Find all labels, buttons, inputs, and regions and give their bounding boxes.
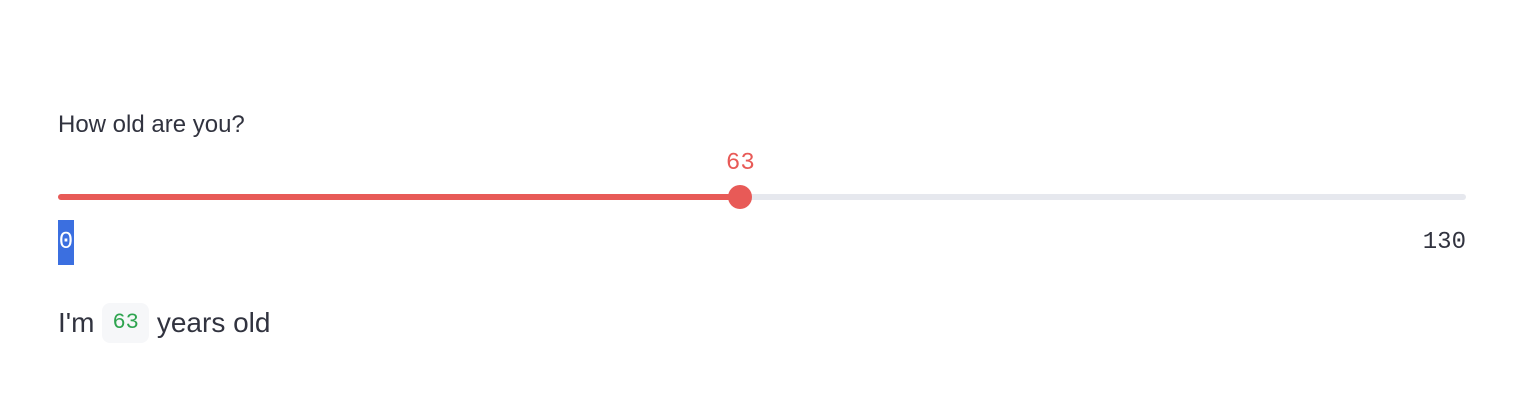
result-age-code: 63 (102, 303, 149, 343)
slider-current-value: 63 (725, 150, 755, 177)
slider-min-label: 0 (58, 220, 74, 265)
slider-thumb[interactable] (728, 185, 753, 209)
slider-max-label: 130 (1422, 229, 1466, 256)
age-result-text: I'm 63 years old (58, 300, 270, 346)
slider-fill (58, 194, 741, 200)
age-slider[interactable]: 63 0 130 (58, 150, 1466, 270)
result-suffix: years old (156, 307, 271, 338)
result-prefix: I'm (58, 307, 95, 338)
slider-label: How old are you? (58, 111, 245, 138)
